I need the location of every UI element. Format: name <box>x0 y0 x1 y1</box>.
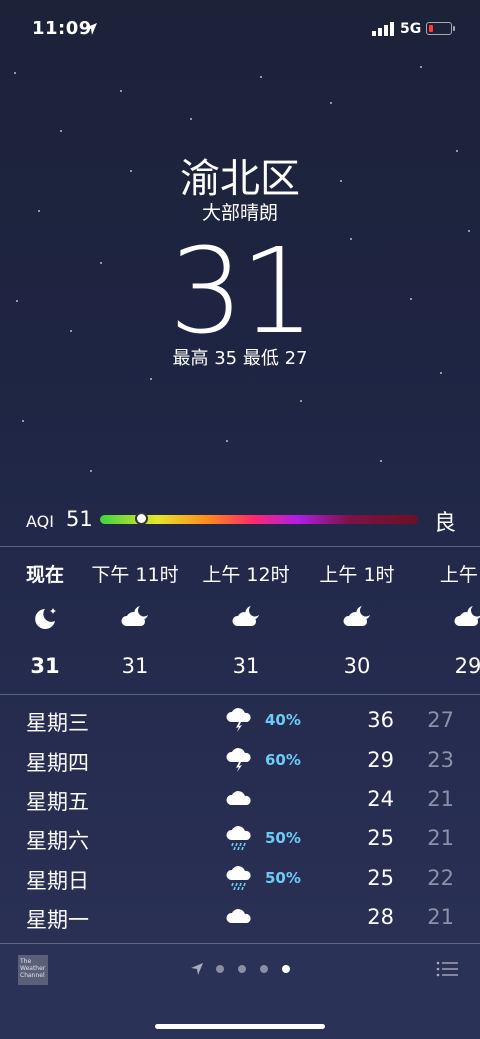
cloud-moon-icon <box>121 606 148 626</box>
page-dot[interactable] <box>260 965 268 973</box>
hour-label: 上午 12时 <box>202 564 290 586</box>
aqi-value: 51 <box>66 507 93 531</box>
day-low: 27 <box>427 708 454 732</box>
home-indicator[interactable] <box>155 1024 325 1029</box>
day-name: 星期五 <box>26 790 89 814</box>
day-high: 25 <box>367 866 394 890</box>
thunderstorm-icon <box>226 708 251 732</box>
aqi-grade: 良 <box>433 511 456 536</box>
day-name: 星期六 <box>26 829 89 853</box>
day-name: 星期三 <box>26 711 89 735</box>
hour-label: 上午 1时 <box>319 564 395 586</box>
page-dot-active[interactable] <box>282 965 290 973</box>
page-dot[interactable] <box>238 965 246 973</box>
location-arrow-icon <box>191 963 203 975</box>
weather-condition: 大部晴朗 <box>201 202 278 224</box>
network-type: 5G <box>400 21 422 37</box>
day-high: 28 <box>367 905 394 929</box>
day-low: 21 <box>427 787 454 811</box>
cellular-signal-icon <box>372 22 394 36</box>
city-list-icon[interactable] <box>436 961 458 977</box>
precip-chance: 60% <box>265 751 301 769</box>
day-high: 24 <box>367 787 394 811</box>
day-high: 36 <box>367 708 394 732</box>
hour-temp: 31 <box>121 654 149 678</box>
cloud-moon-icon <box>454 606 480 626</box>
precip-chance: 50% <box>265 829 301 847</box>
cloud-rain-icon <box>226 866 251 890</box>
location-arrow-icon <box>85 23 97 35</box>
precip-chance: 50% <box>265 869 301 887</box>
daily-row: 星期五 24 21 <box>0 779 480 819</box>
cloud-moon-icon <box>232 606 259 626</box>
moon-stars-icon <box>35 608 56 629</box>
day-low: 21 <box>427 905 454 929</box>
aqi-label: AQI <box>26 512 54 531</box>
bottom-toolbar: The Weather Channel <box>0 944 480 1039</box>
status-bar: 11:09 5G <box>0 0 480 60</box>
city-name: 渝北区 <box>180 156 300 202</box>
cloud-icon <box>226 791 251 805</box>
hourly-forecast[interactable]: 现在 31 下午 11时 31 上午 12时 31 上午 1时 30 上午 29 <box>0 548 480 694</box>
precip-chance: 40% <box>265 711 301 729</box>
aqi-indicator <box>134 512 148 525</box>
day-high: 25 <box>367 826 394 850</box>
daily-row: 星期六 50% 25 21 <box>0 818 480 858</box>
day-low: 23 <box>427 748 454 772</box>
hour-label: 下午 11时 <box>91 564 179 586</box>
daily-row: 星期三 40% 36 27 <box>0 700 480 740</box>
day-high: 29 <box>367 748 394 772</box>
hourly-top-divider <box>0 546 480 547</box>
page-indicator[interactable] <box>190 962 300 976</box>
thunderstorm-icon <box>226 748 251 772</box>
hourly-bottom-divider <box>0 694 480 695</box>
daily-row: 星期四 60% 29 23 <box>0 740 480 780</box>
day-name: 星期一 <box>26 908 89 932</box>
cloud-rain-icon <box>226 826 251 850</box>
air-quality-index[interactable]: AQI 51 良 <box>26 505 456 536</box>
battery-icon <box>426 22 455 35</box>
day-name: 星期日 <box>26 869 89 893</box>
day-low: 21 <box>427 826 454 850</box>
day-name: 星期四 <box>26 751 89 775</box>
daily-row: 星期日 50% 25 22 <box>0 858 480 898</box>
weather-channel-logo[interactable]: The Weather Channel <box>18 955 48 985</box>
hour-temp: 29 <box>454 654 480 678</box>
day-low: 22 <box>427 866 454 890</box>
status-time: 11:09 <box>32 18 92 39</box>
high-low-temperature: 最高 35 最低 27 <box>172 348 308 369</box>
hour-label: 上午 2 <box>439 564 480 586</box>
current-temperature: 31 <box>168 222 315 360</box>
page-dot[interactable] <box>216 965 224 973</box>
daily-row: 星期一 28 21 <box>0 897 480 937</box>
cloud-icon <box>226 909 251 923</box>
hour-temp: 30 <box>343 654 371 678</box>
hour-temp: 31 <box>232 654 260 678</box>
cloud-moon-icon <box>343 606 370 626</box>
